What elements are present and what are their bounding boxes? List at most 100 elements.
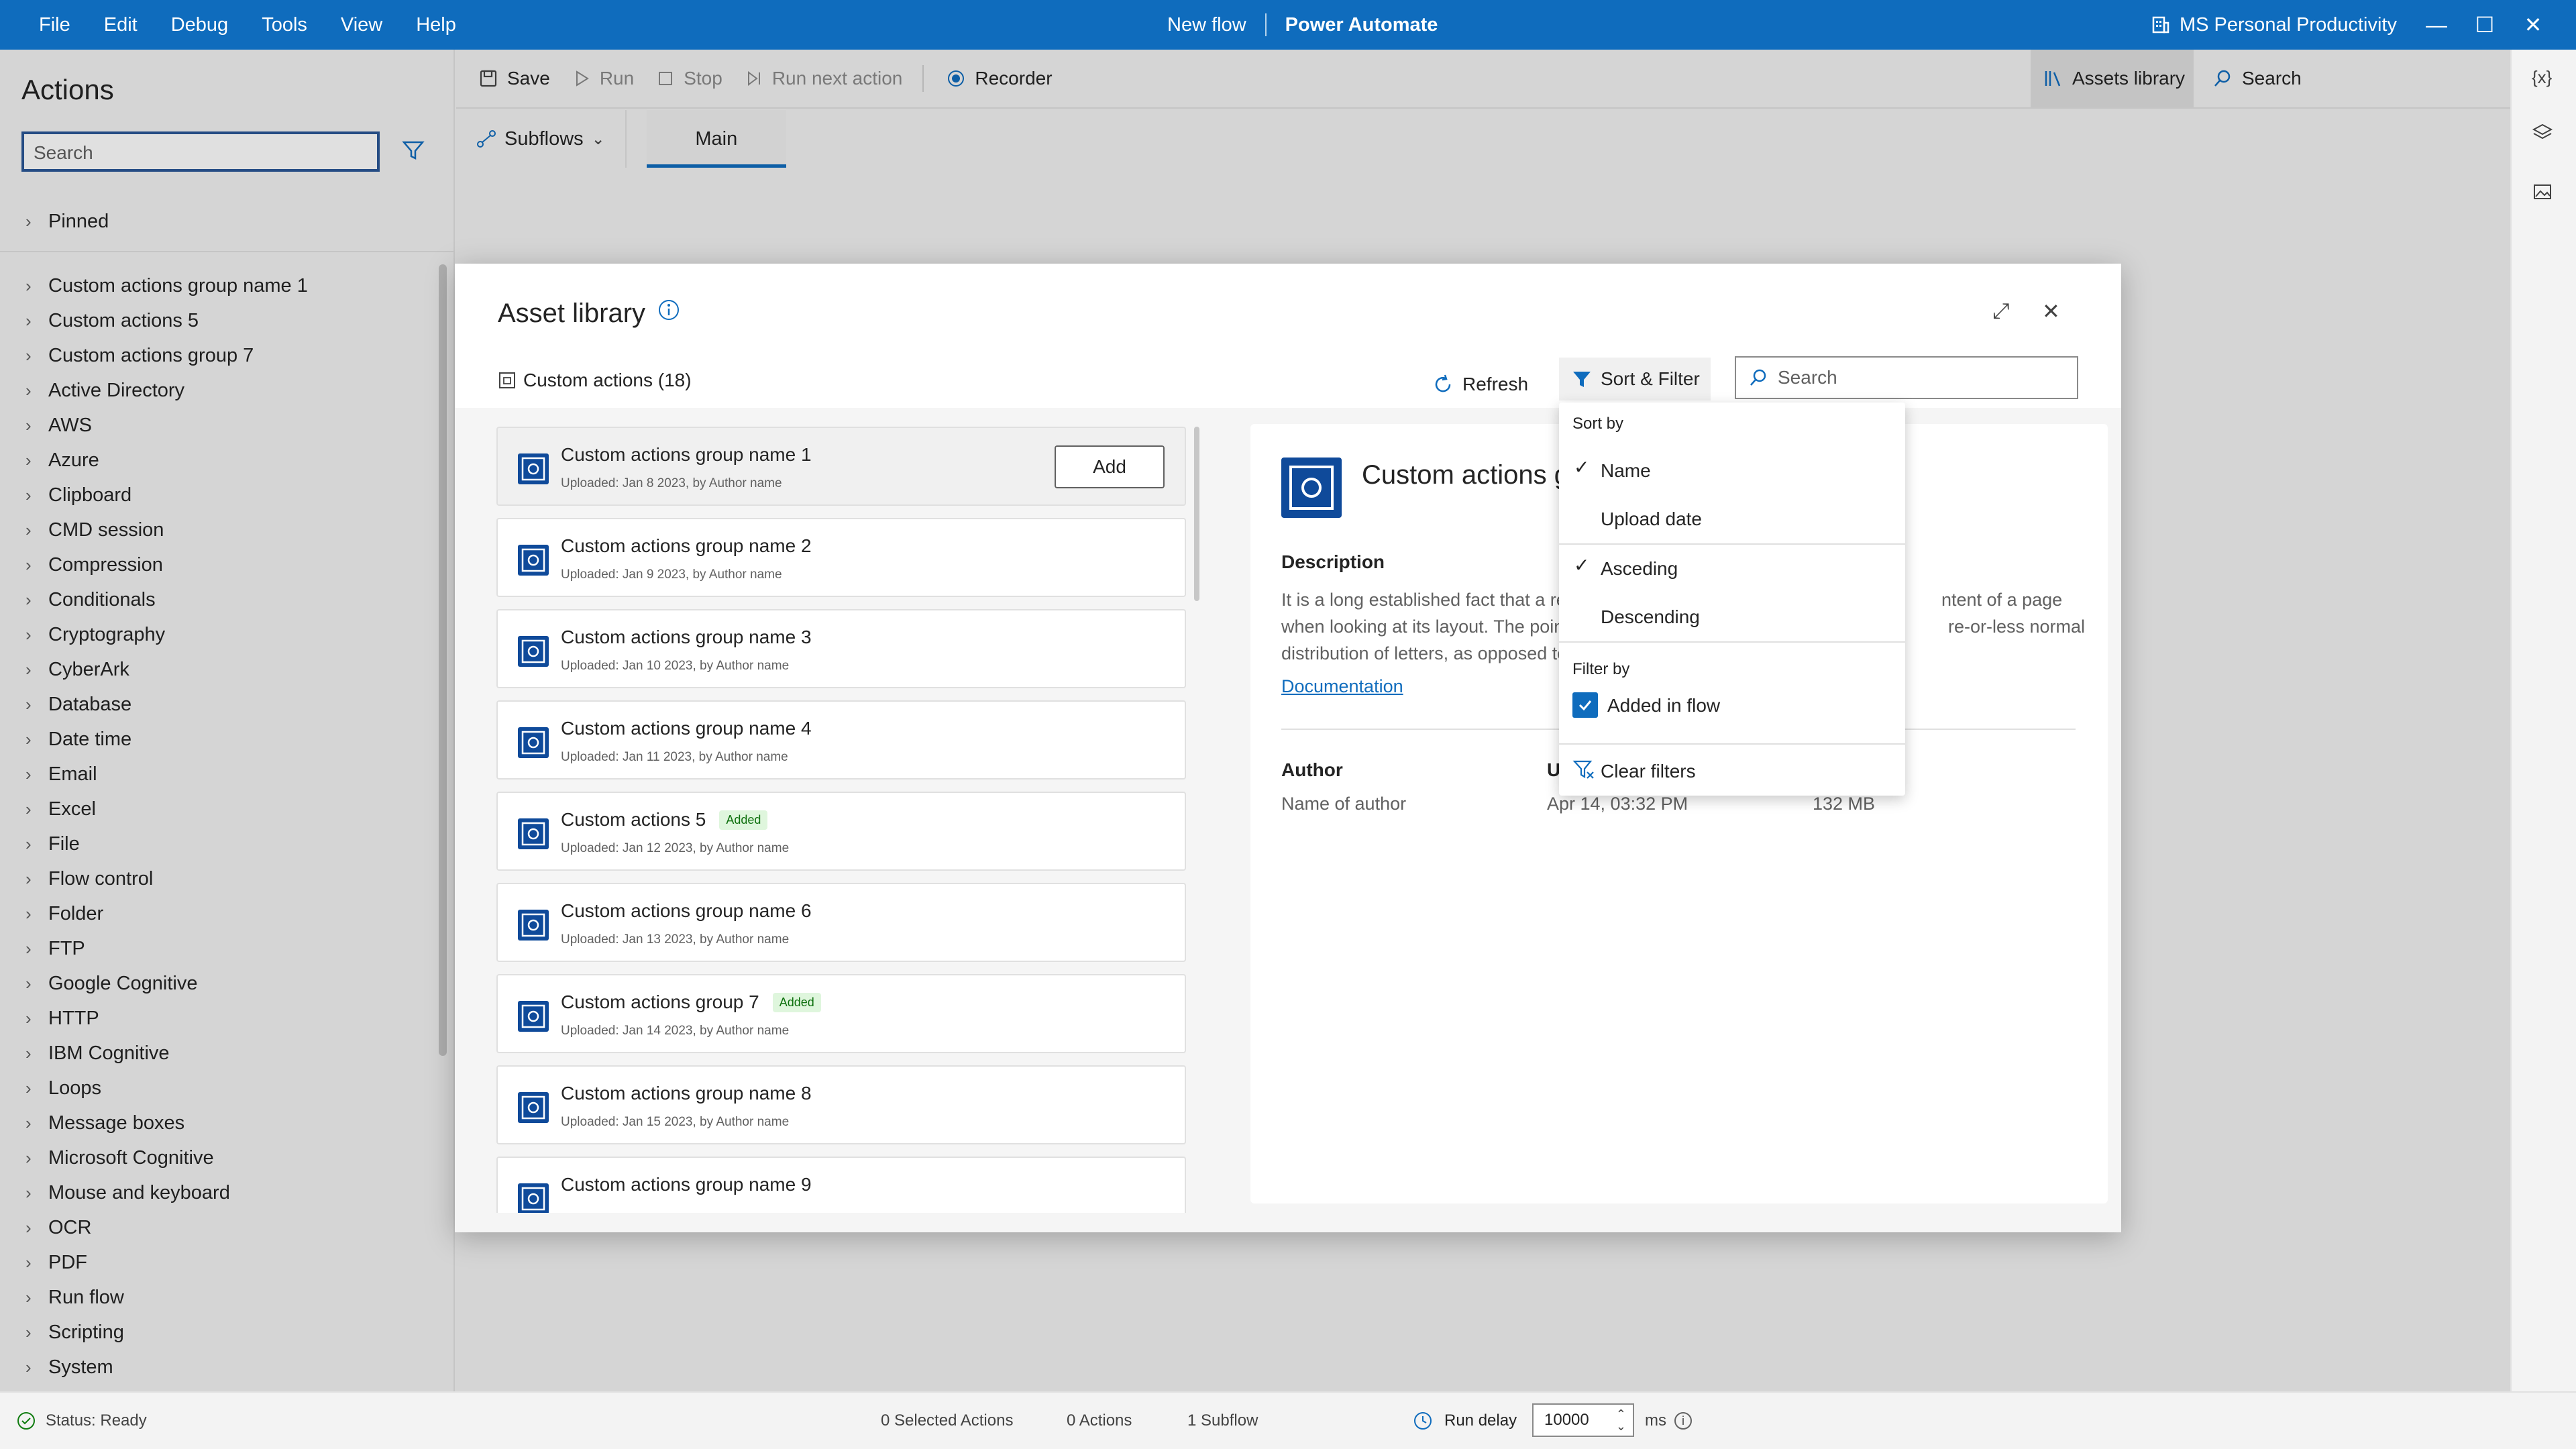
custom-action-icon xyxy=(518,818,549,849)
title-bar: File Edit Debug Tools View Help New flow… xyxy=(0,0,2576,50)
check-circle-icon xyxy=(17,1412,35,1430)
author-label: Author xyxy=(1281,759,1343,780)
item-title: Custom actions group name 9 xyxy=(561,1174,812,1195)
spinner-icon[interactable]: ⌃ ⌄ xyxy=(1616,1408,1626,1432)
custom-action-icon xyxy=(499,372,515,388)
list-item[interactable]: Custom actions group name 4 Uploaded: Ja… xyxy=(496,700,1186,780)
filter-by-heading: Filter by xyxy=(1572,660,1630,678)
detail-title: Custom actions group name 1 xyxy=(1362,460,1583,490)
list-item[interactable]: Custom actions group name 9 xyxy=(496,1157,1186,1213)
ms-label: ms xyxy=(1645,1411,1666,1430)
building-icon xyxy=(2152,16,2169,34)
sort-upload-date-option[interactable]: Upload date xyxy=(1601,508,1702,530)
images-icon[interactable] xyxy=(2532,181,2553,207)
item-subtitle: Uploaded: Jan 11 2023, by Author name xyxy=(561,750,788,764)
custom-action-icon xyxy=(518,727,549,758)
list-item[interactable]: Custom actions group name 6 Uploaded: Ja… xyxy=(496,883,1186,962)
description-label: Description xyxy=(1281,551,1385,572)
added-in-flow-label[interactable]: Added in flow xyxy=(1607,695,1720,716)
description-line: when looking at its layout. The poin xyxy=(1281,616,1564,637)
item-subtitle: Uploaded: Jan 10 2023, by Author name xyxy=(561,659,790,673)
list-item[interactable]: Custom actions group name 1 Uploaded: Ja… xyxy=(496,427,1186,506)
list-item[interactable]: Custom actions group name 2 Uploaded: Ja… xyxy=(496,518,1186,597)
app-name: Power Automate xyxy=(1285,13,1438,36)
custom-action-icon xyxy=(518,1092,549,1123)
menu-file[interactable]: File xyxy=(22,14,87,36)
author-value: Name of author xyxy=(1281,794,1407,814)
description-line: ntent of a page xyxy=(1941,590,2063,610)
checkmark-icon: ✓ xyxy=(1574,457,1590,478)
item-subtitle: Uploaded: Jan 9 2023, by Author name xyxy=(561,568,782,582)
info-icon[interactable] xyxy=(657,299,680,321)
menu-divider xyxy=(1559,543,1905,545)
run-delay-label: Run delay xyxy=(1444,1411,1517,1430)
menu-debug[interactable]: Debug xyxy=(154,14,245,36)
custom-actions-header: Custom actions (18) xyxy=(498,370,692,391)
add-button[interactable]: Add xyxy=(1055,445,1165,488)
layers-icon[interactable] xyxy=(2532,122,2553,148)
descending-option[interactable]: Descending xyxy=(1601,606,1700,628)
dialog-search-input[interactable]: Search xyxy=(1735,356,2078,399)
info-icon[interactable]: i xyxy=(1674,1412,1692,1430)
item-title: Custom actions group name 3 xyxy=(561,627,812,648)
list-scrollbar[interactable] xyxy=(1194,427,1199,601)
filter-icon xyxy=(1573,372,1591,387)
ascending-option[interactable]: Asceding xyxy=(1601,558,1678,580)
documentation-link[interactable]: Documentation xyxy=(1281,676,1403,697)
menu-help[interactable]: Help xyxy=(399,14,473,36)
item-name: Custom actions group name 8 xyxy=(561,1083,812,1104)
item-name: Custom actions group 7 xyxy=(561,991,759,1012)
window-title: New flow Power Automate xyxy=(1167,0,1438,50)
minimize-icon[interactable]: — xyxy=(2412,13,2461,38)
checkmark-icon xyxy=(1578,700,1592,711)
refresh-label: Refresh xyxy=(1462,374,1529,394)
custom-action-icon xyxy=(518,1001,549,1032)
expand-icon[interactable]: ⤢ xyxy=(1992,299,2010,324)
status-text: Status: Ready xyxy=(46,1411,147,1430)
environment-name: MS Personal Productivity xyxy=(2180,13,2397,36)
item-name: Custom actions group name 2 xyxy=(561,535,812,556)
actions-count: 0 Actions xyxy=(1067,1411,1132,1430)
environment-picker[interactable]: MS Personal Productivity xyxy=(2150,0,2397,50)
close-window-icon[interactable]: ✕ xyxy=(2509,12,2557,38)
item-title: Custom actions 5 Added xyxy=(561,809,768,830)
checkmark-icon: ✓ xyxy=(1574,555,1590,576)
menu-edit[interactable]: Edit xyxy=(87,14,154,36)
item-name: Custom actions group name 1 xyxy=(561,444,812,465)
maximize-icon[interactable]: ☐ xyxy=(2461,12,2509,38)
right-side-panel: {x} xyxy=(2510,50,2576,1391)
variables-icon[interactable]: {x} xyxy=(2532,67,2552,88)
search-icon xyxy=(1750,369,1766,386)
sort-filter-label: Sort & Filter xyxy=(1601,368,1700,389)
item-subtitle: Uploaded: Jan 14 2023, by Author name xyxy=(561,1024,790,1038)
list-item[interactable]: Custom actions 5 Added Uploaded: Jan 12 2… xyxy=(496,792,1186,871)
menu-view[interactable]: View xyxy=(324,14,399,36)
asset-list: Custom actions group name 1 Uploaded: Ja… xyxy=(455,408,1226,1232)
sort-name-option[interactable]: Name xyxy=(1601,460,1651,482)
list-item[interactable]: Custom actions group 7 Added Uploaded: Ja… xyxy=(496,974,1186,1053)
sort-filter-button[interactable]: Sort & Filter xyxy=(1559,358,1711,400)
menu-divider xyxy=(1559,743,1905,745)
description-line: It is a long established fact that a rea xyxy=(1281,590,1576,610)
run-delay-input[interactable]: 10000 ⌃ ⌄ xyxy=(1532,1403,1634,1437)
custom-action-icon xyxy=(1281,458,1342,518)
subflow-count: 1 Subflow xyxy=(1187,1411,1258,1430)
refresh-button[interactable]: Refresh xyxy=(1432,366,1528,403)
item-title: Custom actions group name 8 xyxy=(561,1083,812,1104)
menu-tools[interactable]: Tools xyxy=(245,14,324,36)
custom-action-icon xyxy=(518,1183,549,1213)
item-title: Custom actions group name 6 xyxy=(561,900,812,922)
close-icon[interactable]: ✕ xyxy=(2042,299,2060,324)
custom-action-icon xyxy=(518,636,549,667)
item-title: Custom actions group name 1 xyxy=(561,444,812,466)
menu-divider xyxy=(1559,641,1905,643)
clock-icon xyxy=(1414,1412,1432,1430)
added-badge: Added xyxy=(772,992,821,1012)
item-subtitle: Uploaded: Jan 13 2023, by Author name xyxy=(561,932,790,947)
added-in-flow-checkbox[interactable] xyxy=(1572,692,1598,718)
list-item[interactable]: Custom actions group name 8 Uploaded: Ja… xyxy=(496,1065,1186,1144)
item-name: Custom actions group name 4 xyxy=(561,718,812,739)
list-item[interactable]: Custom actions group name 3 Uploaded: Ja… xyxy=(496,609,1186,688)
clear-filters-option[interactable]: Clear filters xyxy=(1601,761,1696,782)
flow-name: New flow xyxy=(1167,13,1246,36)
